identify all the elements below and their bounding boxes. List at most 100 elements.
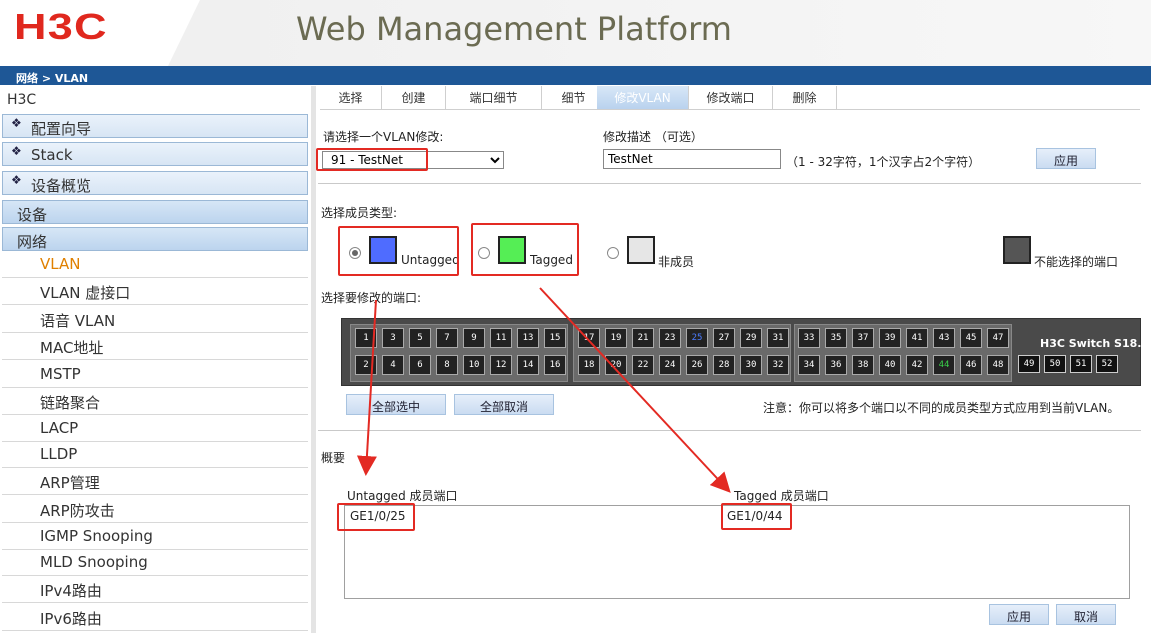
tab-label: 删除 — [792, 91, 817, 105]
sidebar-item-lldp[interactable]: LLDP — [2, 441, 308, 468]
port-29[interactable]: 29 — [740, 328, 762, 348]
non-member-label: 非成员 — [658, 255, 695, 269]
tab-select[interactable]: 选择 — [320, 86, 382, 109]
port-5[interactable]: 5 — [409, 328, 431, 348]
port-31[interactable]: 31 — [767, 328, 789, 348]
desc-hint: （1 - 32字符，1个汉字占2个字符） — [786, 155, 981, 169]
port-42[interactable]: 42 — [906, 355, 928, 375]
sfp-port-51[interactable]: 51 — [1070, 355, 1092, 373]
port-23[interactable]: 23 — [659, 328, 681, 348]
port-3[interactable]: 3 — [382, 328, 404, 348]
sidebar-item-link-aggregation[interactable]: 链路聚合 — [2, 388, 308, 415]
port-38[interactable]: 38 — [852, 355, 874, 375]
port-16[interactable]: 16 — [544, 355, 566, 375]
port-8[interactable]: 8 — [436, 355, 458, 375]
tab-port-detail[interactable]: 端口细节 — [446, 86, 542, 109]
port-44[interactable]: 44 — [933, 355, 955, 375]
sidebar-item-vlan[interactable]: VLAN — [2, 251, 308, 278]
tab-modify-port[interactable]: 修改端口 — [689, 86, 773, 109]
port-13[interactable]: 13 — [517, 328, 539, 348]
port-40[interactable]: 40 — [879, 355, 901, 375]
port-22[interactable]: 22 — [632, 355, 654, 375]
port-25[interactable]: 25 — [686, 328, 708, 348]
port-45[interactable]: 45 — [960, 328, 982, 348]
annotation-box-tagged-port — [721, 503, 792, 530]
sfp-port-52[interactable]: 52 — [1096, 355, 1118, 373]
sidebar-item-mac[interactable]: MAC地址 — [2, 333, 308, 360]
port-6[interactable]: 6 — [409, 355, 431, 375]
port-15[interactable]: 15 — [544, 328, 566, 348]
sidebar: H3C ❖ 配置向导 ❖ Stack ❖ 设备概览 设备 网络 VLAN VLA… — [0, 86, 312, 633]
sidebar-item-igmp[interactable]: IGMP Snooping — [2, 523, 308, 550]
description-input[interactable] — [603, 149, 781, 169]
port-14[interactable]: 14 — [517, 355, 539, 375]
sidebar-item-arp[interactable]: ARP管理 — [2, 468, 308, 495]
port-27[interactable]: 27 — [713, 328, 735, 348]
sidebar-item-label: IPv4路由 — [40, 582, 102, 600]
sidebar-item-ipv6-route[interactable]: IPv6路由 — [2, 604, 308, 631]
sidebar-item-label: 语音 VLAN — [40, 312, 116, 330]
sidebar-section-device[interactable]: 设备 — [2, 200, 308, 224]
port-36[interactable]: 36 — [825, 355, 847, 375]
sidebar-item-arp-attack[interactable]: ARP防攻击 — [2, 496, 308, 523]
sidebar-item-vlan-interface[interactable]: VLAN 虚接口 — [2, 278, 308, 305]
non-member-radio[interactable] — [607, 247, 619, 259]
sidebar-item-mstp[interactable]: MSTP — [2, 361, 308, 388]
tab-modify-vlan[interactable]: 修改VLAN — [597, 86, 689, 109]
sidebar-group-label: 设备概览 — [31, 177, 92, 195]
port-11[interactable]: 11 — [490, 328, 512, 348]
sidebar-item-label: LACP — [40, 419, 79, 437]
port-20[interactable]: 20 — [605, 355, 627, 375]
port-10[interactable]: 10 — [463, 355, 485, 375]
port-46[interactable]: 46 — [960, 355, 982, 375]
tab-delete[interactable]: 删除 — [773, 86, 837, 109]
port-9[interactable]: 9 — [463, 328, 485, 348]
port-26[interactable]: 26 — [686, 355, 708, 375]
port-17[interactable]: 17 — [578, 328, 600, 348]
tab-create[interactable]: 创建 — [382, 86, 446, 109]
sidebar-group-wizard[interactable]: ❖ 配置向导 — [2, 114, 308, 138]
port-37[interactable]: 37 — [852, 328, 874, 348]
sidebar-root[interactable]: H3C — [7, 92, 36, 108]
port-33[interactable]: 33 — [798, 328, 820, 348]
cancel-all-button[interactable]: 全部取消 — [454, 394, 554, 415]
port-2[interactable]: 2 — [355, 355, 377, 375]
port-12[interactable]: 12 — [490, 355, 512, 375]
port-34[interactable]: 34 — [798, 355, 820, 375]
sidebar-item-lacp[interactable]: LACP — [2, 415, 308, 442]
port-21[interactable]: 21 — [632, 328, 654, 348]
sidebar-group-stack[interactable]: ❖ Stack — [2, 142, 308, 166]
port-24[interactable]: 24 — [659, 355, 681, 375]
apply-button[interactable]: 应用 — [989, 604, 1049, 625]
port-7[interactable]: 7 — [436, 328, 458, 348]
cancel-button[interactable]: 取消 — [1056, 604, 1116, 625]
port-39[interactable]: 39 — [879, 328, 901, 348]
annotation-box-untagged — [338, 226, 459, 276]
port-30[interactable]: 30 — [740, 355, 762, 375]
sidebar-item-voice-vlan[interactable]: 语音 VLAN — [2, 306, 308, 333]
sidebar-group-overview[interactable]: ❖ 设备概览 — [2, 171, 308, 195]
unselectable-swatch — [1003, 236, 1031, 264]
sfp-port-50[interactable]: 50 — [1044, 355, 1066, 373]
port-32[interactable]: 32 — [767, 355, 789, 375]
port-1[interactable]: 1 — [355, 328, 377, 348]
port-47[interactable]: 47 — [987, 328, 1009, 348]
sidebar-section-network[interactable]: 网络 — [2, 227, 308, 251]
sfp-port-49[interactable]: 49 — [1018, 355, 1040, 373]
port-19[interactable]: 19 — [605, 328, 627, 348]
select-all-button[interactable]: 全部选中 — [346, 394, 446, 415]
apply-description-button[interactable]: 应用 — [1036, 148, 1096, 169]
tab-label: 修改VLAN — [614, 91, 671, 105]
sidebar-item-ipv4-route[interactable]: IPv4路由 — [2, 576, 308, 603]
sidebar-item-label: MAC地址 — [40, 339, 104, 357]
sidebar-item-label: MSTP — [40, 365, 81, 383]
sidebar-item-mld[interactable]: MLD Snooping — [2, 549, 308, 576]
port-18[interactable]: 18 — [578, 355, 600, 375]
port-4[interactable]: 4 — [382, 355, 404, 375]
port-35[interactable]: 35 — [825, 328, 847, 348]
port-28[interactable]: 28 — [713, 355, 735, 375]
tab-label: 修改端口 — [706, 91, 755, 105]
port-48[interactable]: 48 — [987, 355, 1009, 375]
port-41[interactable]: 41 — [906, 328, 928, 348]
port-43[interactable]: 43 — [933, 328, 955, 348]
